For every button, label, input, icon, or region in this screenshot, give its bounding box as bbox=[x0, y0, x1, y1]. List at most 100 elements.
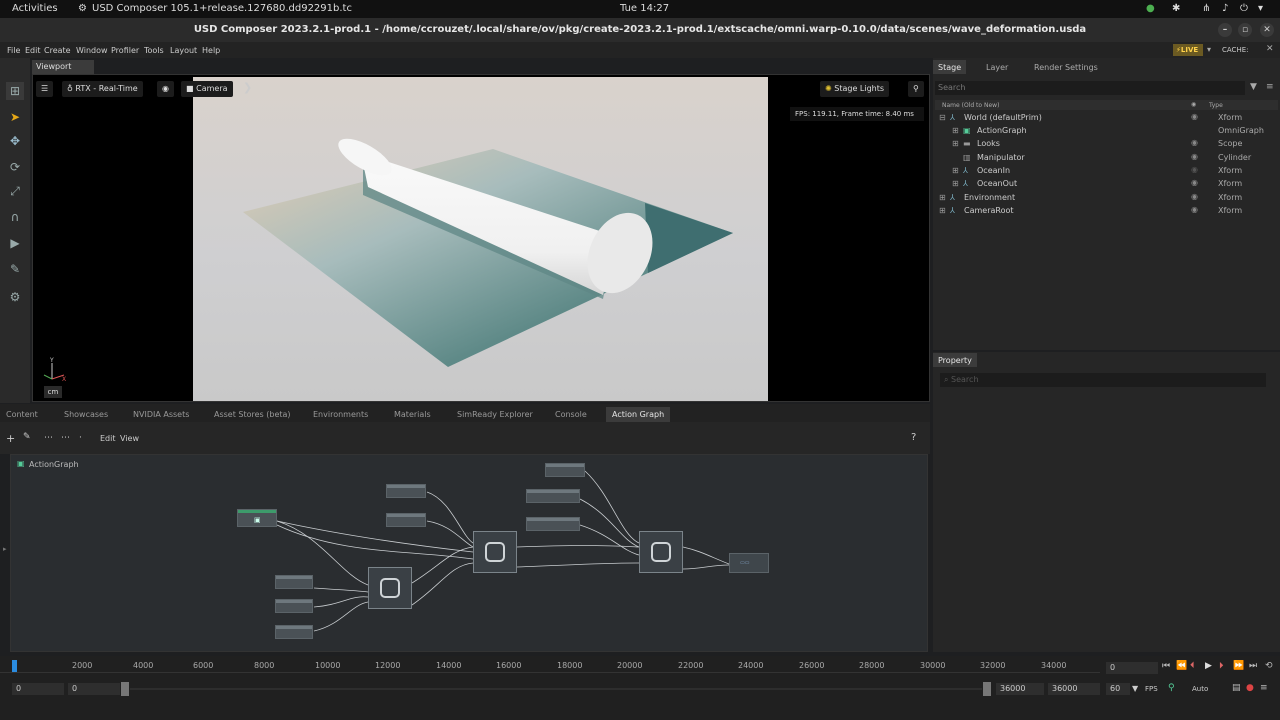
keyframe-icon[interactable]: ⚲ bbox=[1168, 683, 1175, 693]
tab-render-settings[interactable]: Render Settings bbox=[1029, 60, 1103, 74]
menu-create[interactable]: Create bbox=[44, 46, 71, 55]
expand-icon[interactable]: ⊞ bbox=[952, 179, 959, 188]
viewport-settings-button[interactable]: ☰ bbox=[36, 81, 54, 97]
share-icon[interactable]: ⋔ bbox=[1202, 3, 1210, 14]
close-button[interactable]: ✕ bbox=[1260, 23, 1274, 37]
eye-icon[interactable]: ◉ bbox=[1191, 178, 1198, 187]
layout-dots-icon[interactable]: ⋯ bbox=[44, 433, 53, 443]
col-type[interactable]: Type bbox=[1209, 102, 1223, 109]
activities-button[interactable]: Activities bbox=[12, 3, 58, 14]
menu-tools[interactable]: Tools bbox=[144, 46, 164, 55]
range-start-handle[interactable] bbox=[121, 682, 129, 696]
edit-pencil-icon[interactable]: ✎ bbox=[23, 432, 31, 442]
network-icon[interactable]: ✱ bbox=[1172, 3, 1180, 14]
menu-window[interactable]: Window bbox=[76, 46, 108, 55]
col-name[interactable]: Name (Old to New) bbox=[942, 102, 999, 109]
stage-options-icon[interactable]: ≡ bbox=[1266, 82, 1274, 92]
status-circle-icon[interactable]: ● bbox=[1146, 3, 1155, 14]
scene-render[interactable] bbox=[193, 77, 768, 401]
table-row[interactable]: ⊞ ⅄ OceanIn ◉ Xform bbox=[935, 164, 1278, 177]
expand-icon[interactable]: ⊞ bbox=[939, 193, 946, 202]
expand-icon[interactable]: ⊞ bbox=[939, 206, 946, 215]
skip-end-icon[interactable]: ⏭ bbox=[1249, 661, 1257, 671]
menu-layout[interactable]: Layout bbox=[170, 46, 197, 55]
visibility-button[interactable]: ◉ bbox=[157, 81, 174, 97]
power-icon[interactable]: ⏻ bbox=[1240, 3, 1248, 14]
eye-hidden-icon[interactable]: ◉ bbox=[1191, 165, 1198, 174]
tab-nvidia-assets[interactable]: NVIDIA Assets bbox=[127, 407, 195, 422]
volume-icon[interactable]: ♪ bbox=[1222, 3, 1228, 14]
menu-help[interactable]: Help bbox=[202, 46, 220, 55]
graph-node-warp-kernel-3[interactable] bbox=[639, 531, 683, 573]
tab-stage[interactable]: Stage bbox=[933, 60, 967, 74]
play-icon[interactable]: ▶ bbox=[1205, 661, 1212, 671]
table-row[interactable]: ▥ Manipulator ◉ Cylinder bbox=[935, 151, 1278, 164]
tab-simready-explorer[interactable]: SimReady Explorer bbox=[451, 407, 539, 422]
graph-node-read-1[interactable] bbox=[386, 484, 426, 498]
graph-node-input-1[interactable] bbox=[275, 575, 313, 589]
live-badge[interactable]: ⚡LIVE bbox=[1173, 44, 1203, 56]
step-back-icon[interactable]: ⏪ bbox=[1176, 661, 1187, 671]
cache-menu-icon[interactable]: ✕ bbox=[1266, 44, 1274, 54]
tab-property[interactable]: Property bbox=[933, 353, 977, 367]
tab-console[interactable]: Console bbox=[549, 407, 593, 422]
menu-edit[interactable]: Edit bbox=[25, 46, 41, 55]
timeline-playhead[interactable] bbox=[12, 660, 17, 672]
loop-icon[interactable]: ⟲ bbox=[1265, 661, 1273, 671]
graph-edit-menu[interactable]: Edit bbox=[100, 434, 116, 443]
app-menu-label[interactable]: USD Composer 105.1+release.127680.dd9229… bbox=[92, 3, 352, 14]
timeline-options-icon[interactable]: ≡ bbox=[1260, 683, 1268, 693]
graph-node-input-2[interactable] bbox=[275, 599, 313, 613]
tab-viewport[interactable]: Viewport bbox=[32, 60, 94, 74]
chevron-down-icon[interactable]: ▾ bbox=[1258, 3, 1263, 14]
minimize-button[interactable]: – bbox=[1218, 23, 1232, 37]
graph-node-warp-kernel-1[interactable] bbox=[368, 567, 412, 609]
start-time-field-2[interactable]: 0 bbox=[68, 683, 120, 695]
layout-dots2-icon[interactable]: ⋯ bbox=[61, 433, 70, 443]
graph-node-input-3[interactable] bbox=[275, 625, 313, 639]
tab-asset-stores[interactable]: Asset Stores (beta) bbox=[208, 407, 297, 422]
tab-materials[interactable]: Materials bbox=[388, 407, 437, 422]
rotate-tool-icon[interactable]: ⟳ bbox=[6, 158, 24, 176]
tab-environments[interactable]: Environments bbox=[307, 407, 374, 422]
tab-layer[interactable]: Layer bbox=[981, 60, 1013, 74]
live-dropdown-icon[interactable]: ▾ bbox=[1207, 45, 1211, 54]
select-arrow-icon[interactable]: ➤ bbox=[6, 108, 24, 126]
graph-node-warp-kernel-2[interactable] bbox=[473, 531, 517, 573]
menu-profiler[interactable]: Profiler bbox=[111, 46, 139, 55]
table-row[interactable]: ⊞ ▬ Looks ◉ Scope bbox=[935, 137, 1278, 150]
range-slider[interactable] bbox=[130, 688, 982, 690]
keyframe-menu-icon[interactable]: ▤ bbox=[1232, 683, 1241, 693]
app-menu-icon[interactable]: ⚙ bbox=[78, 3, 87, 14]
table-row[interactable]: ⊞ ⅄ OceanOut ◉ Xform bbox=[935, 177, 1278, 190]
help-icon[interactable]: ? bbox=[911, 432, 916, 443]
table-row[interactable]: ⊞ ⅄ Environment ◉ Xform bbox=[935, 191, 1278, 204]
fps-dropdown-icon[interactable]: ▼ bbox=[1132, 684, 1138, 693]
expand-icon[interactable]: ⊞ bbox=[952, 139, 959, 148]
select-mode-icon[interactable]: ⊞ bbox=[6, 82, 24, 100]
table-row[interactable]: ⊞ ▣ ActionGraph OmniGraph bbox=[935, 124, 1278, 137]
graph-node-read-2[interactable] bbox=[386, 513, 426, 527]
cache-label[interactable]: CACHE: bbox=[1222, 46, 1249, 54]
auto-key-toggle[interactable]: Auto bbox=[1192, 685, 1208, 693]
range-end-handle[interactable] bbox=[983, 682, 991, 696]
menu-file[interactable]: File bbox=[7, 46, 20, 55]
tab-content[interactable]: Content bbox=[0, 407, 44, 422]
end-time-field[interactable]: 36000 bbox=[996, 683, 1044, 695]
step-forward-icon[interactable]: ⏩ bbox=[1233, 661, 1244, 671]
graph-node-write[interactable]: ▭▭ bbox=[729, 553, 769, 573]
eye-icon[interactable]: ◉ bbox=[1191, 112, 1198, 121]
play-tool-icon[interactable]: ▶ bbox=[6, 234, 24, 252]
renderer-button[interactable]: ♁ RTX - Real-Time bbox=[62, 81, 143, 97]
viewport-expand-icon[interactable]: ❯ bbox=[243, 81, 252, 94]
paint-tool-icon[interactable]: ✎ bbox=[6, 260, 24, 278]
graph-node-read-5[interactable] bbox=[526, 517, 580, 531]
skip-start-icon[interactable]: ⏮ bbox=[1162, 661, 1170, 671]
expand-icon[interactable]: ⊞ bbox=[952, 166, 959, 175]
eye-icon[interactable]: ◉ bbox=[1191, 152, 1198, 161]
record-icon[interactable]: ● bbox=[1246, 683, 1254, 693]
table-row[interactable]: ⊟ ⅄ World (defaultPrim) ◉ Xform bbox=[935, 111, 1278, 124]
record-forward-icon[interactable]: ⏵ bbox=[1219, 661, 1224, 671]
eye-icon[interactable]: ◉ bbox=[1191, 205, 1198, 214]
start-time-field[interactable]: 0 bbox=[12, 683, 64, 695]
